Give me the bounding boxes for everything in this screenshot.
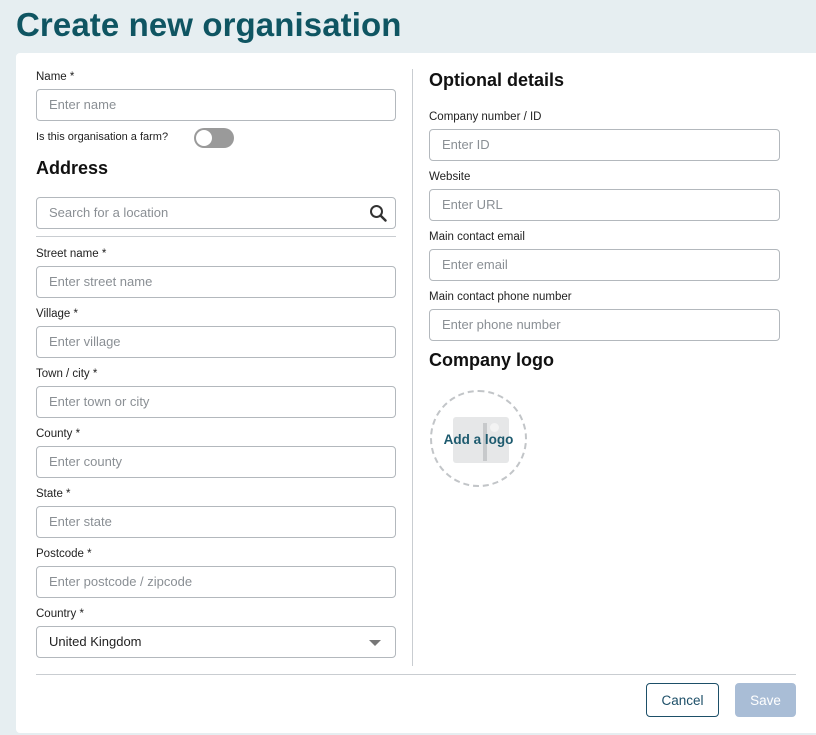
website-input[interactable]: Enter URL	[429, 189, 780, 221]
cancel-button[interactable]: Cancel	[646, 683, 719, 717]
phone-placeholder: Enter phone number	[442, 317, 561, 332]
phone-label: Main contact phone number	[429, 291, 572, 303]
email-input[interactable]: Enter email	[429, 249, 780, 281]
placeholder-dot	[490, 423, 499, 432]
company-id-placeholder: Enter ID	[442, 137, 490, 152]
country-select[interactable]: United Kingdom	[36, 626, 396, 658]
farm-toggle[interactable]	[194, 128, 234, 148]
street-input[interactable]: Enter street name	[36, 266, 396, 298]
town-placeholder: Enter town or city	[49, 394, 150, 409]
company-logo-heading: Company logo	[429, 350, 554, 370]
postcode-input[interactable]: Enter postcode / zipcode	[36, 566, 396, 598]
footer-divider	[36, 674, 796, 675]
country-label: Country *	[36, 608, 84, 620]
website-placeholder: Enter URL	[442, 197, 503, 212]
state-input[interactable]: Enter state	[36, 506, 396, 538]
search-icon[interactable]	[369, 204, 387, 222]
state-placeholder: Enter state	[49, 514, 112, 529]
town-input[interactable]: Enter town or city	[36, 386, 396, 418]
company-id-label: Company number / ID	[429, 111, 542, 123]
add-logo-label: Add a logo	[443, 432, 514, 447]
company-id-input[interactable]: Enter ID	[429, 129, 780, 161]
optional-details-heading: Optional details	[429, 70, 565, 90]
website-label: Website	[429, 171, 471, 183]
add-logo-button[interactable]: Add a logo	[430, 390, 527, 487]
county-input[interactable]: Enter county	[36, 446, 396, 478]
email-placeholder: Enter email	[442, 257, 508, 272]
state-label: State *	[36, 488, 71, 500]
save-button[interactable]: Save	[735, 683, 796, 717]
form-card: Name * Enter name Is this organisation a…	[16, 53, 816, 733]
address-heading: Address	[36, 158, 109, 178]
street-label: Street name *	[36, 248, 107, 260]
postcode-placeholder: Enter postcode / zipcode	[49, 574, 193, 589]
village-input[interactable]: Enter village	[36, 326, 396, 358]
street-placeholder: Enter street name	[49, 274, 153, 289]
phone-input[interactable]: Enter phone number	[429, 309, 780, 341]
column-divider	[412, 69, 413, 666]
town-label: Town / city *	[36, 368, 98, 380]
country-value: United Kingdom	[49, 634, 142, 649]
chevron-down-icon[interactable]	[369, 640, 381, 646]
name-placeholder: Enter name	[49, 97, 117, 112]
toggle-knob	[196, 130, 212, 146]
name-label: Name *	[36, 71, 75, 83]
location-search-placeholder: Search for a location	[49, 205, 169, 220]
address-divider	[36, 236, 396, 237]
farm-toggle-label: Is this organisation a farm?	[36, 131, 169, 143]
village-label: Village *	[36, 308, 78, 320]
name-input[interactable]: Enter name	[36, 89, 396, 121]
postcode-label: Postcode *	[36, 548, 92, 560]
email-label: Main contact email	[429, 231, 525, 243]
village-placeholder: Enter village	[49, 334, 121, 349]
county-label: County *	[36, 428, 81, 440]
location-search-input[interactable]: Search for a location	[36, 197, 396, 229]
county-placeholder: Enter county	[49, 454, 122, 469]
page-title: Create new organisation	[16, 6, 402, 43]
